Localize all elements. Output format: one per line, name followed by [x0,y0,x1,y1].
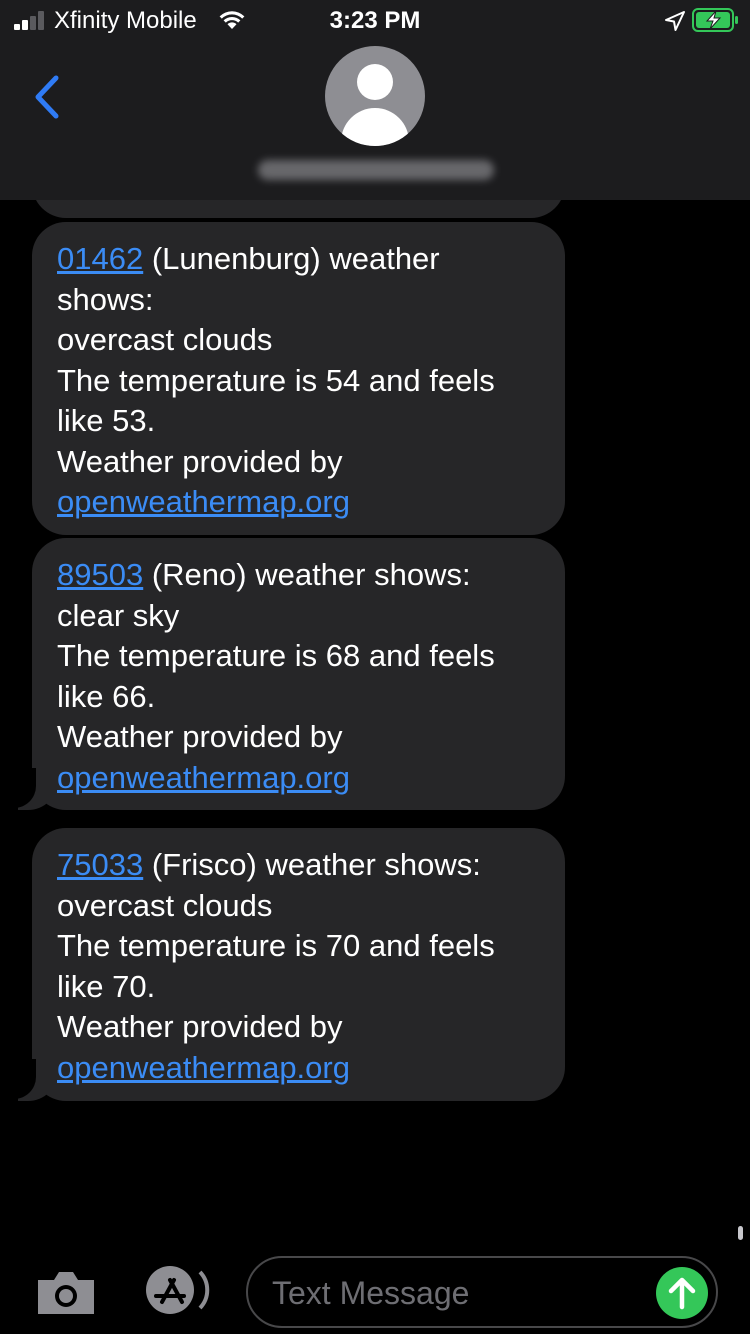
message-text: (Lunenburg) weather [143,241,440,276]
message-line: 01462 (Lunenburg) weather [57,239,545,280]
message-bubble[interactable]: 89503 (Reno) weather shows: clear sky Th… [32,538,565,810]
battery-charging-icon [692,8,738,32]
messages-screen: 01462 (Lunenburg) weather shows: overcas… [0,0,750,1334]
send-button[interactable] [656,1267,708,1319]
message-line: Weather provided by [57,1009,343,1044]
app-store-icon[interactable] [140,1264,214,1316]
avatar-head-shape [357,64,393,100]
message-line: clear sky [57,597,180,633]
avatar-body-shape [341,108,409,146]
message-bubble[interactable]: 01462 (Lunenburg) weather shows: overcas… [32,222,565,535]
message-line: The temperature is 68 and feels [57,638,495,673]
message-line: The temperature is 54 and feels [57,362,495,398]
message-line: openweathermap.org [57,482,545,523]
message-line: openweathermap.org [57,758,545,799]
location-arrow-icon [665,11,685,31]
message-line: The temperature is 70 and feels [57,928,495,963]
message-input[interactable] [272,1272,652,1314]
camera-icon[interactable] [34,1268,98,1316]
message-text: (Reno) weather shows: [143,557,471,592]
message-line: Weather provided by [57,443,343,479]
conversation-header: Xfinity Mobile 3:23 PM [0,0,750,200]
message-line: like 70. [57,968,156,1004]
arrow-up-icon [668,1277,696,1310]
status-bar: Xfinity Mobile 3:23 PM [0,0,750,40]
zip-code-link[interactable]: 89503 [57,557,143,592]
message-line: 75033 (Frisco) weather shows: [57,845,545,886]
message-text-field[interactable] [246,1256,718,1328]
message-line: like 66. [57,678,156,714]
back-chevron-icon[interactable] [28,72,68,122]
status-time: 3:23 PM [329,7,421,34]
contact-name-redacted[interactable] [258,160,494,180]
message-line: overcast clouds [57,887,273,923]
message-bubble[interactable]: 75033 (Frisco) weather shows: overcast c… [32,828,565,1101]
zip-code-link[interactable]: 01462 [57,241,143,276]
contact-avatar[interactable] [325,46,425,146]
message-line: openweathermap.org [57,1048,545,1089]
openweathermap-link[interactable]: openweathermap.org [57,1050,350,1085]
openweathermap-link[interactable]: openweathermap.org [57,484,350,519]
zip-code-link[interactable]: 75033 [57,847,143,882]
message-line: shows: [57,281,154,317]
scroll-indicator [738,1226,743,1240]
message-line: like 53. [57,403,156,438]
openweathermap-link[interactable]: openweathermap.org [57,760,350,795]
message-text: (Frisco) weather shows: [143,847,481,882]
message-line: 89503 (Reno) weather shows: [57,555,545,596]
message-line: overcast clouds [57,322,273,357]
message-line: Weather provided by [57,719,343,754]
